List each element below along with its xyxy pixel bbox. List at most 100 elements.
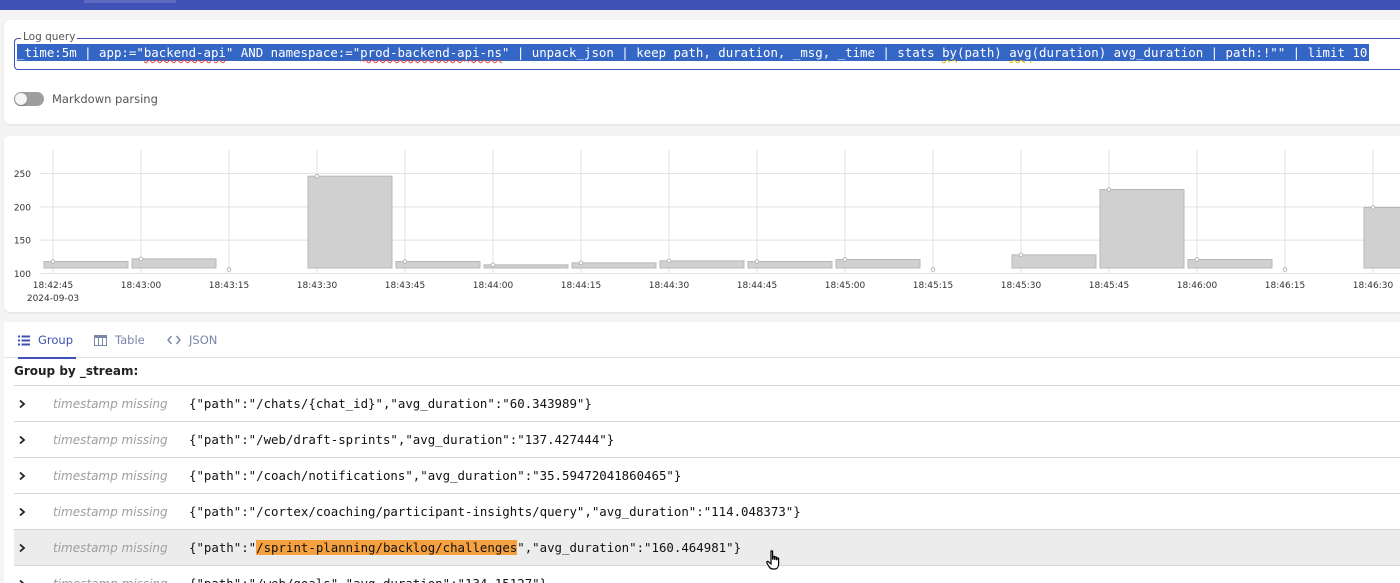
chevron-right-icon[interactable] (18, 422, 26, 458)
row-timestamp: timestamp missing (53, 504, 168, 519)
bar-point (1018, 252, 1024, 258)
histogram-bar[interactable] (131, 258, 217, 269)
row-timestamp: timestamp missing (53, 540, 168, 555)
x-tick-label: 18:44:45 (737, 281, 777, 291)
bar-point (842, 257, 848, 262)
x-tick-label: 18:43:00 (121, 281, 162, 291)
chevron-right-icon[interactable] (18, 566, 26, 583)
chevron-right-icon[interactable] (18, 494, 26, 530)
log-histogram-chart[interactable]: 100 150 200 250 18:42:45 18:43:00 18:43:15 18:4… (0, 136, 1400, 312)
bar-point (666, 258, 672, 264)
row-message: {"path":"/web/draft-sprints","avg_durati… (189, 432, 615, 447)
bar-point (1370, 205, 1376, 210)
tab-group[interactable]: Group (18, 322, 76, 359)
histogram-bar[interactable] (659, 260, 745, 269)
chevron-right-icon[interactable] (18, 458, 26, 494)
log-row[interactable]: timestamp missing {"path":"/chats/{chat_i… (14, 385, 1400, 421)
x-tick-label: 18:45:45 (1089, 281, 1129, 291)
x-tick-label: 18:45:15 (913, 281, 953, 291)
bar-point (50, 259, 56, 264)
histogram-bar[interactable] (747, 261, 833, 269)
markdown-toggle-label: Markdown parsing (52, 92, 158, 106)
x-date-label: 2024-09-03 (27, 294, 79, 304)
row-message: {"path":"/coach/notifications","avg_dura… (189, 468, 682, 483)
bar-point (490, 262, 496, 268)
group-title: Group by _stream: (14, 364, 139, 378)
tab-label: Table (115, 333, 145, 347)
tab-label: Group (38, 333, 74, 347)
tab-json[interactable]: JSON (167, 322, 219, 358)
histogram-bar[interactable] (307, 175, 393, 269)
row-timestamp: timestamp missing (53, 432, 168, 447)
log-row[interactable]: timestamp missing {"path":"/web/goals","a… (14, 565, 1400, 583)
x-tick-label: 18:46:30 (1353, 281, 1394, 291)
results-panel: Group Table JSON Group by _stream: timesta… (4, 322, 1400, 583)
chevron-right-icon[interactable] (18, 530, 26, 566)
query-segment: _time:5m | app:=" (17, 45, 144, 60)
bar-point (578, 260, 584, 266)
x-tick-label: 18:44:30 (649, 281, 690, 291)
x-tick-label: 18:42:45 (33, 281, 73, 291)
y-tick-label: 100 (14, 270, 31, 280)
query-segment: prod-backend-api-ns (360, 45, 502, 60)
text-selection-highlight: /sprint-planning/backlog/challenges (256, 540, 518, 555)
y-tick-label: 150 (14, 237, 31, 247)
list-icon (18, 335, 30, 346)
bar-point (754, 259, 760, 264)
query-segment: (duration) avg_duration | path:!"" | lim… (1031, 45, 1368, 60)
histogram-bar[interactable] (835, 259, 921, 269)
log-row[interactable]: timestamp missing {"path":"/sprint-planni… (14, 529, 1400, 565)
x-tick-label: 18:43:45 (385, 281, 425, 291)
row-message: {"path":"/sprint-planning/backlog/challe… (189, 540, 742, 555)
row-timestamp: timestamp missing (53, 468, 168, 483)
x-tick-label: 18:44:15 (561, 281, 601, 291)
row-timestamp: timestamp missing (53, 577, 168, 583)
top-tab-indicator (84, 0, 176, 3)
query-segment: (path) (956, 45, 1010, 60)
query-segment: avg (1009, 45, 1032, 60)
x-tick-label: 18:46:00 (1177, 281, 1218, 291)
toggle-knob (15, 93, 27, 105)
bar-point (402, 259, 408, 264)
bar-point (314, 173, 320, 179)
query-segment: backend-api (143, 45, 226, 60)
hand-cursor-icon (766, 550, 780, 570)
histogram-bar[interactable] (1187, 259, 1273, 269)
x-tick-label: 18:45:30 (1001, 281, 1042, 291)
histogram-bar[interactable] (483, 264, 569, 269)
row-message: {"path":"/web/goals","avg_duration":"134… (189, 576, 547, 583)
bar-point (1194, 257, 1200, 262)
bar-point (930, 267, 936, 272)
code-icon (167, 335, 181, 345)
query-text[interactable]: _time:5m | app:="backend-api" AND namesp… (17, 44, 1370, 61)
histogram-bar[interactable] (1011, 254, 1097, 269)
bar-point (226, 267, 232, 272)
x-tick-label: 18:46:15 (1265, 281, 1305, 291)
query-segment: by (942, 45, 957, 60)
log-row[interactable]: timestamp missing {"path":"/cortex/coachi… (14, 493, 1400, 529)
view-tabs: Group Table JSON (4, 322, 1400, 359)
y-tick-label: 200 (14, 203, 31, 213)
log-rows: timestamp missing {"path":"/chats/{chat_i… (14, 385, 1400, 583)
x-tick-label: 18:44:00 (473, 281, 514, 291)
bar-point (1282, 267, 1288, 272)
x-tick-label: 18:45:00 (825, 281, 866, 291)
markdown-toggle-row[interactable]: Markdown parsing (14, 91, 158, 107)
tab-table[interactable]: Table (94, 322, 148, 358)
query-label: Log query (21, 31, 78, 43)
histogram-bar[interactable] (571, 262, 657, 269)
markdown-toggle[interactable] (14, 92, 44, 106)
query-segment: " AND namespace:=" (225, 45, 361, 60)
table-icon (94, 334, 107, 346)
histogram-bar[interactable] (395, 261, 481, 269)
chevron-right-icon[interactable] (18, 386, 26, 422)
log-row[interactable]: timestamp missing {"path":"/web/draft-spr… (14, 421, 1400, 457)
histogram-bar[interactable] (43, 261, 129, 269)
histogram-bar[interactable] (1363, 207, 1400, 269)
x-tick-label: 18:43:30 (297, 281, 338, 291)
row-message: {"path":"/cortex/coaching/participant-in… (189, 504, 801, 519)
histogram-bar[interactable] (1099, 189, 1185, 269)
log-row[interactable]: timestamp missing {"path":"/coach/notific… (14, 457, 1400, 493)
tab-label: JSON (189, 333, 218, 347)
query-card: Log query _time:5m | app:="backend-api" … (4, 20, 1400, 124)
